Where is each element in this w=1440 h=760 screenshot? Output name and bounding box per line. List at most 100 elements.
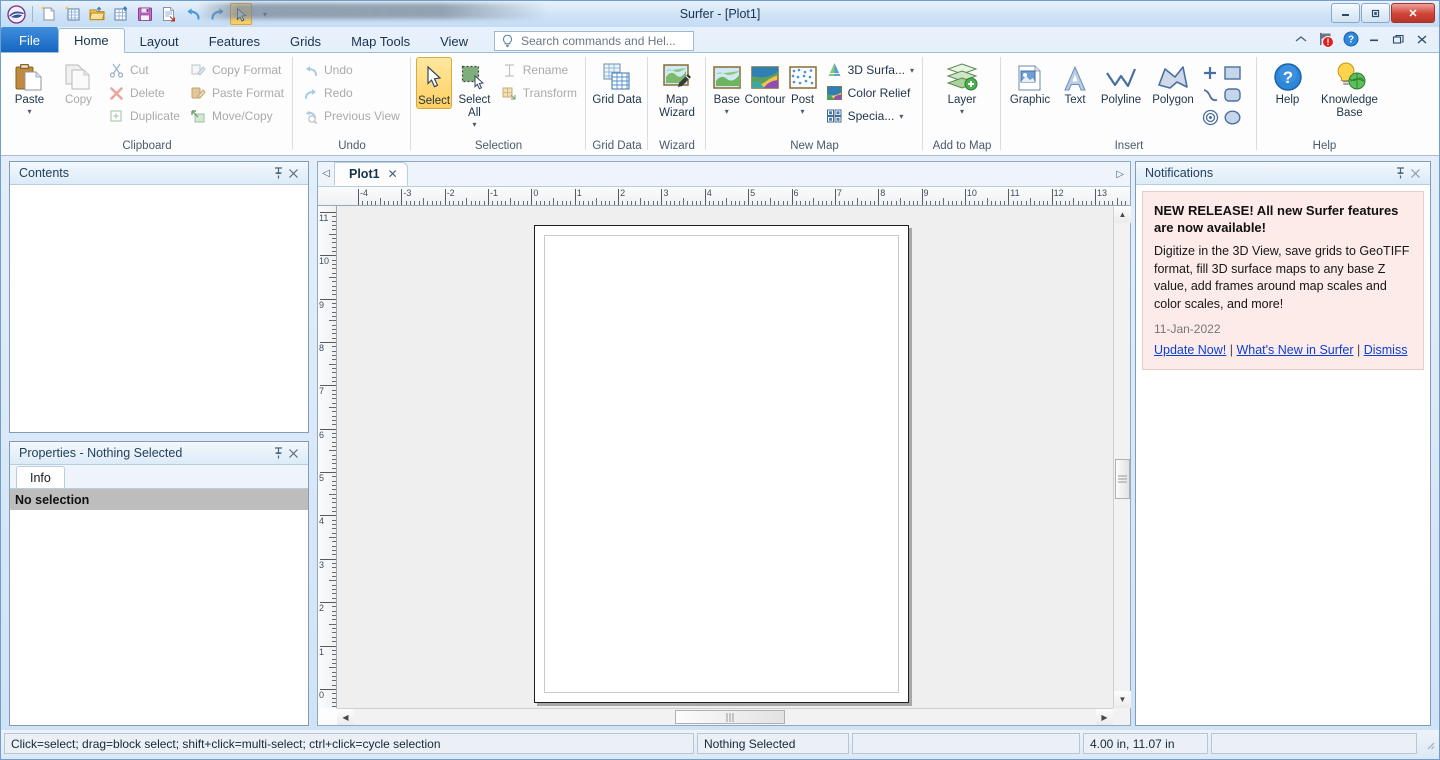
search-input-placeholder[interactable]: Search commands and Hel... (521, 34, 676, 48)
special-map-dropdown-caret[interactable]: ▾ (899, 113, 903, 120)
cut-button[interactable]: Cut (104, 59, 184, 81)
layer-button[interactable]: Layer ▾ (936, 57, 988, 115)
mdi-restore-button[interactable] (1392, 34, 1407, 45)
new-worksheet-icon[interactable] (62, 3, 84, 25)
properties-tab-info[interactable]: Info (16, 466, 65, 488)
select-all-dropdown-caret[interactable]: ▾ (472, 121, 476, 128)
paste-dropdown-caret[interactable]: ▾ (27, 108, 31, 115)
delete-button[interactable]: Delete (104, 82, 184, 104)
ribbon-tab-layout[interactable]: Layout (125, 29, 194, 53)
ribbon-tab-file[interactable]: File (1, 27, 58, 53)
export-icon[interactable] (158, 3, 180, 25)
contour-map-button[interactable]: Contour (745, 57, 786, 107)
contents-pin-icon[interactable] (273, 167, 288, 179)
previous-view-button[interactable]: Previous View (298, 105, 404, 127)
3d-surface-button[interactable]: 3D Surfa... ▾ (822, 59, 918, 81)
properties-close-icon[interactable] (288, 448, 303, 459)
open-icon[interactable] (86, 3, 108, 25)
notification-card[interactable]: NEW RELEASE! All new Surfer features are… (1142, 191, 1424, 370)
base-map-button[interactable]: Base ▾ (711, 57, 743, 115)
search-commands-box[interactable]: Search commands and Hel... (494, 31, 694, 51)
properties-content-area[interactable] (10, 511, 308, 725)
update-now-link[interactable]: Update Now! (1154, 343, 1226, 357)
paste-button[interactable]: Paste ▾ (6, 57, 53, 115)
horizontal-scroll-thumb[interactable] (675, 710, 785, 724)
post-map-button[interactable]: Post ▾ (787, 57, 817, 115)
properties-pin-icon[interactable] (273, 447, 288, 459)
scroll-right-button[interactable]: ▶ (1096, 709, 1113, 725)
graphic-button[interactable]: Graphic (1006, 57, 1054, 107)
doc-tab-next-arrow[interactable]: ▷ (1116, 162, 1124, 187)
doc-tab-prev-arrow[interactable]: ◁ (318, 161, 334, 186)
help-circle-icon[interactable]: ? (1343, 31, 1359, 47)
new-plot-icon[interactable] (38, 3, 60, 25)
special-map-button[interactable]: Specia... ▾ (822, 105, 918, 127)
notifications-close-icon[interactable] (1410, 168, 1425, 179)
window-minimize-button[interactable] (1331, 3, 1360, 23)
rename-button[interactable]: Rename (497, 59, 581, 81)
page-sheet[interactable] (534, 225, 909, 703)
paste-format-button[interactable]: Paste Format (186, 82, 288, 104)
canvas-horizontal-scrollbar[interactable]: ◀ ▶ (337, 708, 1113, 725)
window-close-button[interactable]: ✕ (1391, 3, 1435, 23)
whats-new-link[interactable]: What's New in Surfer (1236, 343, 1353, 357)
ruler-v-minor-tick (332, 238, 336, 239)
select-button[interactable]: Select (416, 57, 452, 109)
grid-data-button[interactable]: Grid Data (591, 57, 643, 107)
3d-surface-dropdown-caret[interactable]: ▾ (910, 67, 914, 74)
transform-button[interactable]: Transform (497, 82, 581, 104)
notification-flag-icon[interactable]: ! (1318, 31, 1334, 47)
help-button[interactable]: ? Help (1264, 57, 1312, 107)
ribbon-tab-map-tools[interactable]: Map Tools (336, 29, 425, 53)
insert-rectangle-icon[interactable] (1222, 63, 1242, 83)
undo-button[interactable]: Undo (298, 59, 404, 81)
save-icon[interactable] (134, 3, 156, 25)
vertical-scroll-thumb[interactable] (1115, 459, 1130, 499)
text-button[interactable]: Text (1056, 57, 1094, 107)
mdi-minimize-button[interactable] (1368, 34, 1383, 44)
scroll-down-button[interactable]: ▼ (1114, 691, 1131, 708)
insert-cross-icon[interactable] (1200, 63, 1220, 83)
ruler-h-minor-tick (696, 201, 697, 205)
insert-ellipse-icon[interactable] (1222, 107, 1242, 127)
window-restore-button[interactable] (1361, 3, 1390, 23)
move-copy-button[interactable]: Move/Copy (186, 105, 288, 127)
ribbon-tab-view[interactable]: View (425, 29, 483, 53)
map-wizard-button[interactable]: Map Wizard (651, 57, 703, 120)
contents-tree[interactable] (10, 185, 308, 432)
base-map-dropdown-caret[interactable]: ▾ (725, 108, 729, 115)
color-relief-button[interactable]: Color Relief (822, 82, 918, 104)
scroll-left-button[interactable]: ◀ (337, 709, 354, 725)
insert-rounded-rect-icon[interactable] (1222, 85, 1242, 105)
redo-button[interactable]: Redo (298, 82, 404, 104)
dismiss-link[interactable]: Dismiss (1364, 343, 1408, 357)
ribbon-tab-grids[interactable]: Grids (275, 29, 336, 53)
copy-format-button[interactable]: Copy Format (186, 59, 288, 81)
resize-grip-icon[interactable] (1422, 737, 1436, 751)
vertical-ruler[interactable]: 11109876543210 (318, 206, 337, 708)
insert-spline-icon[interactable] (1200, 85, 1220, 105)
canvas-vertical-scrollbar[interactable]: ▲ ▼ (1113, 206, 1130, 708)
surfer-logo-icon[interactable] (5, 3, 27, 25)
layer-dropdown-caret[interactable]: ▾ (960, 108, 964, 115)
mdi-close-button[interactable] (1416, 34, 1431, 45)
collapse-ribbon-icon[interactable] (1293, 31, 1309, 47)
contents-close-icon[interactable] (288, 168, 303, 179)
document-tab-plot1[interactable]: Plot1 ✕ (334, 162, 408, 186)
notifications-pin-icon[interactable] (1395, 167, 1410, 179)
plot-canvas[interactable] (337, 206, 1113, 708)
horizontal-ruler[interactable]: -4-3-2-1012345678910111213 (318, 187, 1130, 206)
copy-button[interactable]: Copy (55, 57, 102, 107)
scroll-up-button[interactable]: ▲ (1114, 206, 1131, 223)
ribbon-tab-features[interactable]: Features (194, 29, 275, 53)
insert-symbol-icon[interactable] (1200, 107, 1220, 127)
select-all-button[interactable]: Select All ▾ (454, 57, 495, 128)
post-map-dropdown-caret[interactable]: ▾ (801, 108, 805, 115)
knowledge-base-button[interactable]: Knowledge Base (1314, 57, 1386, 120)
document-tab-close-icon[interactable]: ✕ (388, 167, 398, 181)
polyline-button[interactable]: Polyline (1096, 57, 1146, 107)
ribbon-tab-home[interactable]: Home (58, 28, 125, 53)
open-worksheet-icon[interactable] (110, 3, 132, 25)
polygon-button[interactable]: Polygon (1148, 57, 1198, 107)
duplicate-button[interactable]: Duplicate (104, 105, 184, 127)
